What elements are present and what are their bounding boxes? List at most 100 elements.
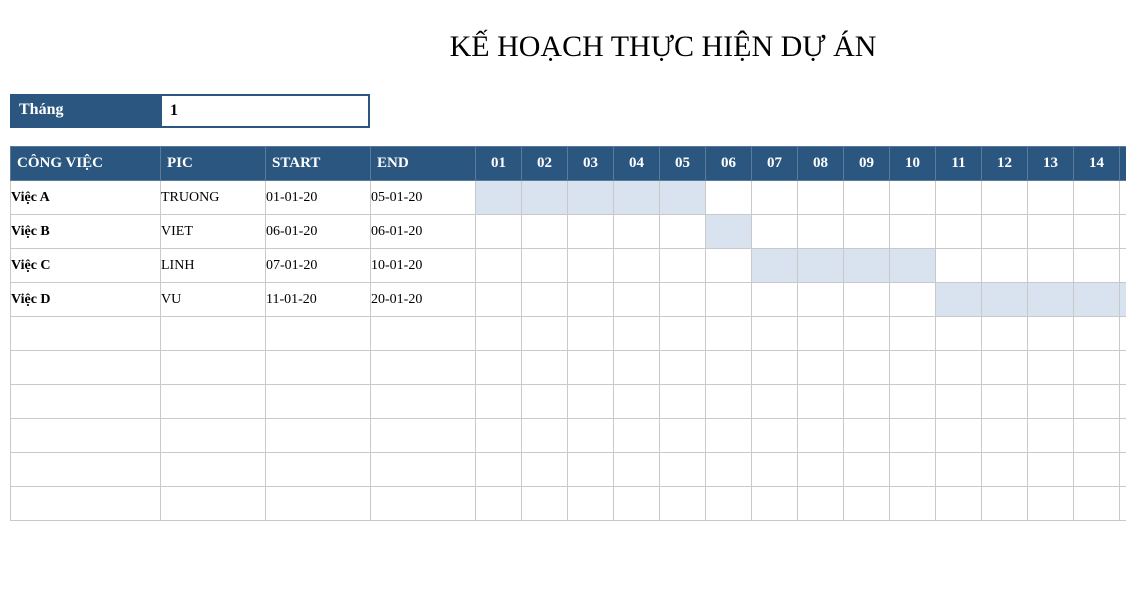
start-cell (266, 453, 371, 487)
table-row[interactable] (11, 385, 1126, 419)
task-name-cell: Việc B (11, 215, 161, 249)
gantt-empty-cell (752, 283, 798, 317)
month-input[interactable]: 1 (160, 94, 370, 128)
start-cell: 11-01-20 (266, 283, 371, 317)
gantt-empty-cell (706, 283, 752, 317)
gantt-empty-cell (890, 419, 936, 453)
pic-cell (161, 317, 266, 351)
gantt-empty-cell (660, 215, 706, 249)
gantt-empty-cell (1074, 249, 1120, 283)
gantt-bar-cell (936, 283, 982, 317)
col-header-day: 04 (614, 147, 660, 181)
end-cell: 05-01-20 (371, 181, 476, 215)
gantt-empty-cell (706, 385, 752, 419)
end-cell: 10-01-20 (371, 249, 476, 283)
gantt-bar-cell (1028, 283, 1074, 317)
gantt-empty-cell (614, 215, 660, 249)
gantt-empty-cell (660, 419, 706, 453)
gantt-empty-cell (1074, 487, 1120, 521)
gantt-empty-cell (752, 487, 798, 521)
gantt-empty-cell (522, 453, 568, 487)
gantt-empty-cell (890, 317, 936, 351)
col-header-day: 14 (1074, 147, 1120, 181)
gantt-empty-cell (476, 419, 522, 453)
table-row[interactable] (11, 419, 1126, 453)
table-row[interactable] (11, 487, 1126, 521)
gantt-empty-cell (1074, 453, 1120, 487)
gantt-empty-cell (660, 283, 706, 317)
gantt-empty-cell (706, 351, 752, 385)
pic-cell: VU (161, 283, 266, 317)
gantt-empty-cell (522, 385, 568, 419)
gantt-empty-cell (614, 487, 660, 521)
page-title: KẾ HOẠCH THỰC HIỆN DỰ ÁN (10, 30, 1116, 64)
gantt-bar-cell (476, 181, 522, 215)
gantt-table: CÔNG VIỆCPICSTARTEND01020304050607080910… (10, 146, 1126, 521)
gantt-empty-cell (476, 453, 522, 487)
col-header-pic: PIC (161, 147, 266, 181)
start-cell (266, 385, 371, 419)
end-cell (371, 317, 476, 351)
gantt-empty-cell (706, 249, 752, 283)
table-row[interactable]: Việc ATRUONG01-01-2005-01-20 (11, 181, 1126, 215)
gantt-empty-cell (844, 283, 890, 317)
gantt-header: CÔNG VIỆCPICSTARTEND01020304050607080910… (11, 147, 1126, 181)
gantt-empty-cell (568, 351, 614, 385)
gantt-empty-cell (614, 283, 660, 317)
gantt-empty-cell (1028, 215, 1074, 249)
table-row[interactable] (11, 317, 1126, 351)
col-header-day: 03 (568, 147, 614, 181)
gantt-empty-cell (752, 385, 798, 419)
gantt-empty-cell (752, 317, 798, 351)
table-row[interactable]: Việc DVU11-01-2020-01-20 (11, 283, 1126, 317)
col-header-day: 09 (844, 147, 890, 181)
gantt-empty-cell (844, 317, 890, 351)
gantt-empty-cell (522, 487, 568, 521)
gantt-bar-cell (706, 215, 752, 249)
gantt-empty-cell (982, 487, 1028, 521)
gantt-empty-cell (568, 283, 614, 317)
gantt-empty-cell (890, 215, 936, 249)
gantt-empty-cell (660, 487, 706, 521)
gantt-empty-cell (1028, 453, 1074, 487)
table-row[interactable]: Việc CLINH07-01-2010-01-20 (11, 249, 1126, 283)
gantt-empty-cell (522, 249, 568, 283)
gantt-bar-cell (844, 249, 890, 283)
gantt-empty-cell (476, 385, 522, 419)
gantt-empty-cell (660, 351, 706, 385)
gantt-empty-cell (476, 249, 522, 283)
gantt-empty-cell (752, 419, 798, 453)
gantt-bar-cell (982, 283, 1028, 317)
gantt-empty-cell (844, 385, 890, 419)
gantt-empty-cell (1120, 249, 1126, 283)
col-header-day: 15 (1120, 147, 1126, 181)
col-header-day: 08 (798, 147, 844, 181)
month-label: Tháng (10, 94, 160, 128)
gantt-empty-cell (706, 419, 752, 453)
table-row[interactable] (11, 351, 1126, 385)
gantt-bar-cell (660, 181, 706, 215)
pic-cell: LINH (161, 249, 266, 283)
gantt-empty-cell (614, 453, 660, 487)
table-row[interactable] (11, 453, 1126, 487)
gantt-empty-cell (568, 385, 614, 419)
gantt-empty-cell (798, 487, 844, 521)
table-row[interactable]: Việc BVIET06-01-2006-01-20 (11, 215, 1126, 249)
gantt-empty-cell (890, 283, 936, 317)
gantt-empty-cell (568, 487, 614, 521)
end-cell (371, 419, 476, 453)
col-header-day: 02 (522, 147, 568, 181)
gantt-empty-cell (1120, 317, 1126, 351)
gantt-empty-cell (1028, 351, 1074, 385)
pic-cell (161, 487, 266, 521)
gantt-empty-cell (1028, 385, 1074, 419)
gantt-bar-cell (752, 249, 798, 283)
pic-cell (161, 419, 266, 453)
start-cell (266, 419, 371, 453)
gantt-empty-cell (936, 385, 982, 419)
col-header-day: 07 (752, 147, 798, 181)
gantt-empty-cell (660, 453, 706, 487)
gantt-empty-cell (936, 249, 982, 283)
end-cell (371, 487, 476, 521)
gantt-empty-cell (798, 283, 844, 317)
